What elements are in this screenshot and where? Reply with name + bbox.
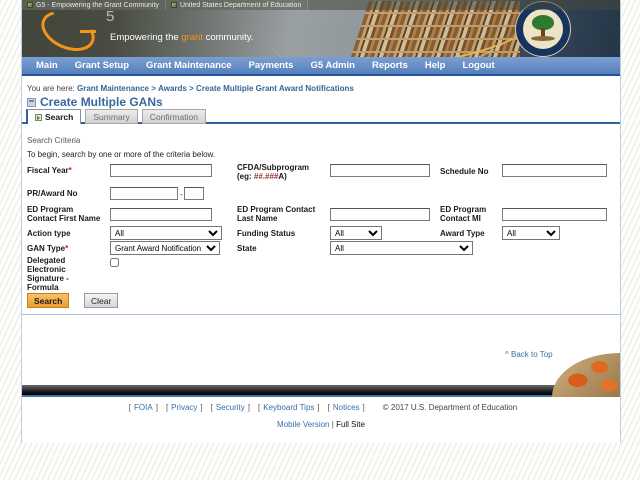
pr-award-separator: - xyxy=(180,190,183,199)
nav-item-reports[interactable]: Reports xyxy=(372,60,408,71)
delegated-signature-label: Delegated Electronic Signature - Formula xyxy=(27,256,69,292)
clear-button[interactable]: Clear xyxy=(84,293,119,308)
banner-slogan: Empowering the grant community. xyxy=(110,32,254,43)
footer-link-privacy[interactable]: Privacy xyxy=(171,403,197,412)
footer-link-security[interactable]: Security xyxy=(216,403,245,412)
nav-item-help[interactable]: Help xyxy=(425,60,446,71)
footer-link-foia[interactable]: FOIA xyxy=(134,403,153,412)
funding-status-select[interactable]: All xyxy=(330,226,382,240)
footer-link-keyboard-tips[interactable]: Keyboard Tips xyxy=(263,403,314,412)
search-button[interactable]: Search xyxy=(27,293,70,308)
page-title-icon xyxy=(27,97,36,107)
nav-item-main[interactable]: Main xyxy=(36,60,58,71)
breadcrumb: You are here: Grant Maintenance > Awards… xyxy=(27,84,354,93)
pr-award-input[interactable] xyxy=(110,187,178,200)
tab-bar: Search Summary Confirmation xyxy=(26,109,206,124)
pr-award-suffix-input[interactable] xyxy=(184,187,204,200)
search-instruction: To begin, search by one or more of the c… xyxy=(27,150,216,159)
breadcrumb-separator: > xyxy=(189,84,194,93)
nav-item-grant-maintenance[interactable]: Grant Maintenance xyxy=(146,60,232,71)
award-type-select[interactable]: All xyxy=(502,226,560,240)
copyright-text: © 2017 U.S. Department of Education xyxy=(382,403,518,412)
award-type-label: Award Type xyxy=(440,229,485,238)
tab-summary[interactable]: Summary xyxy=(85,109,138,124)
breadcrumb-current: Create Multiple Grant Award Notification… xyxy=(196,84,354,93)
breadcrumb-link-grant-maintenance[interactable]: Grant Maintenance xyxy=(77,84,149,93)
tab-confirmation[interactable]: Confirmation xyxy=(141,109,206,124)
ed-mi-label: ED Program Contact MI xyxy=(440,205,487,223)
search-criteria-heading: Search Criteria xyxy=(27,136,81,145)
nav-item-grant-setup[interactable]: Grant Setup xyxy=(75,60,129,71)
breadcrumb-link-awards[interactable]: Awards xyxy=(158,84,187,93)
action-type-select[interactable]: All xyxy=(110,226,222,240)
funding-status-label: Funding Status xyxy=(237,229,296,238)
nav-item-logout[interactable]: Logout xyxy=(462,60,494,71)
g5-logo-number: 5 xyxy=(106,8,115,25)
state-label: State xyxy=(237,244,257,253)
nav-item-payments[interactable]: Payments xyxy=(249,60,294,71)
ed-mi-input[interactable] xyxy=(502,208,607,221)
fiscal-year-label: Fiscal Year* xyxy=(27,166,72,175)
g5-application-window: G5 - Empowering the Grant Community Unit… xyxy=(0,0,640,480)
delegated-signature-checkbox[interactable] xyxy=(110,258,119,267)
footer-image-strip xyxy=(22,385,620,395)
schedule-no-input[interactable] xyxy=(502,164,607,177)
state-select[interactable]: All xyxy=(330,241,473,255)
footer-mobile-row: Mobile Version | Full Site xyxy=(277,420,365,429)
section-divider xyxy=(22,314,620,315)
page-title: Create Multiple GANs xyxy=(27,95,163,109)
g5-logo-bar xyxy=(80,30,96,33)
g5-favicon-icon xyxy=(27,2,33,8)
full-site-label: Full Site xyxy=(336,420,365,429)
ed-last-name-input[interactable] xyxy=(330,208,430,221)
header-banner: G5 - Empowering the Grant Community Unit… xyxy=(22,0,620,57)
mobile-version-link[interactable]: Mobile Version xyxy=(277,420,329,429)
main-navigation: Main Grant Setup Grant Maintenance Payme… xyxy=(22,57,620,76)
cfda-input[interactable] xyxy=(330,164,430,177)
gan-type-select[interactable]: Grant Award Notification xyxy=(110,241,220,255)
action-type-label: Action type xyxy=(27,229,71,238)
gan-type-label: GAN Type* xyxy=(27,244,69,253)
window-title-right: United States Department of Education xyxy=(165,0,309,10)
cfda-label: CFDA/Subprogram (eg: ##.###A) xyxy=(237,163,309,181)
breadcrumb-separator: > xyxy=(151,84,156,93)
footer-blue-line xyxy=(22,395,620,397)
ed-first-name-input[interactable] xyxy=(110,208,212,221)
pr-award-label: PR/Award No xyxy=(27,189,78,198)
schedule-no-label: Schedule No xyxy=(440,167,489,176)
tab-search[interactable]: Search xyxy=(26,109,82,124)
ed-first-name-label: ED Program Contact First Name xyxy=(27,205,101,223)
ed-last-name-label: ED Program Contact Last Name xyxy=(237,205,316,223)
back-to-top-link[interactable]: ^ Back to Top xyxy=(505,350,553,359)
nav-item-g5-admin[interactable]: G5 Admin xyxy=(310,60,355,71)
department-of-education-seal xyxy=(516,2,570,56)
fiscal-year-input[interactable] xyxy=(110,164,212,177)
active-tab-icon xyxy=(35,113,42,121)
footer-link-notices[interactable]: Notices xyxy=(333,403,360,412)
ed-favicon-icon xyxy=(170,2,177,8)
footer-links: [FOIA] [Privacy] [Security] [Keyboard Ti… xyxy=(128,403,518,412)
window-title-left: G5 - Empowering the Grant Community xyxy=(22,0,166,10)
